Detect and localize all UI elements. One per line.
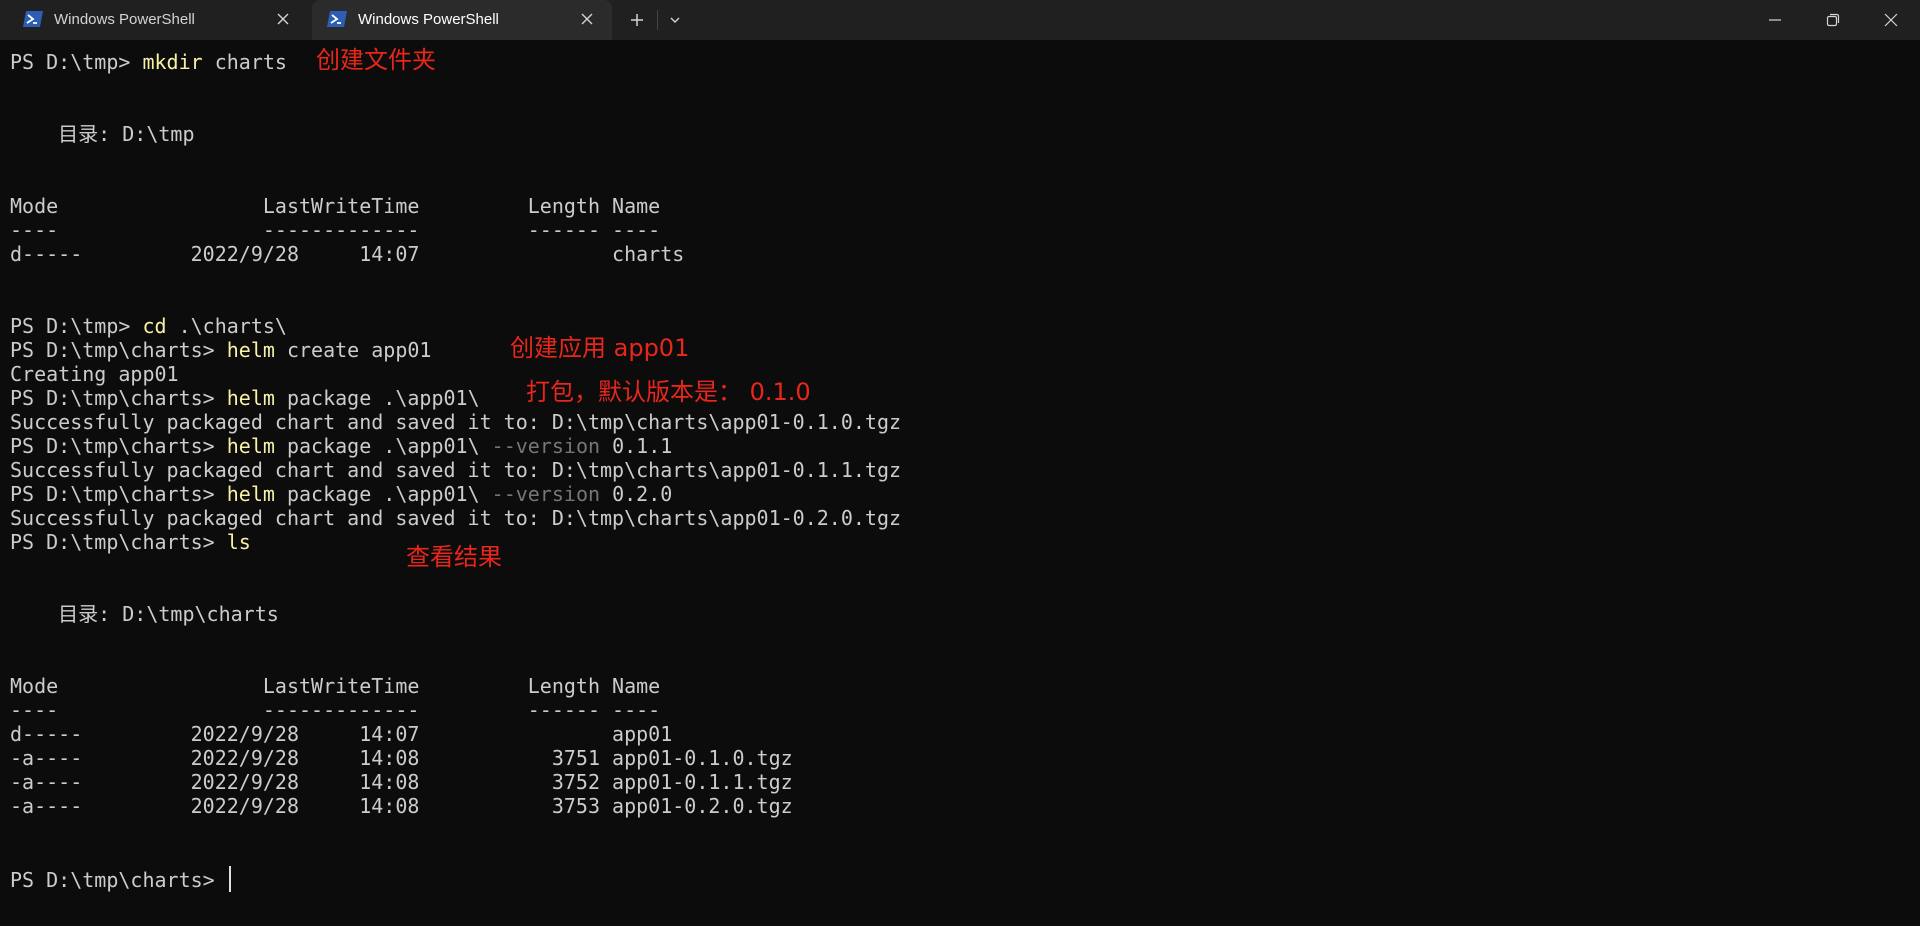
terminal-line: PS D:\tmp\charts> [10,866,1910,892]
annotation-create-app: 创建应用 app01 [510,334,690,362]
output-line: Successfully packaged chart and saved it… [10,506,902,530]
terminal-line: PS D:\tmp\charts> ls [10,530,1910,554]
close-icon[interactable] [276,12,290,26]
close-window-button[interactable] [1862,0,1920,40]
argument: .\charts\ [166,314,287,338]
minimize-icon [1769,19,1781,21]
output-line: Successfully packaged chart and saved it… [10,410,902,434]
output-line: Successfully packaged chart and saved it… [10,458,902,482]
directory-heading: 目录: D:\tmp [10,122,195,146]
table-header: Mode LastWriteTime Length Name [10,194,661,218]
command: helm [226,338,275,362]
argument: package .\app01\ [274,482,492,506]
terminal-line: PS D:\tmp\charts> helm package .\app01\ … [10,482,1910,506]
command: helm [226,434,275,458]
output-line: Creating app01 [10,362,179,386]
command: mkdir [142,50,203,74]
terminal-line: PS D:\tmp\charts> helm package .\app01\ [10,386,1910,410]
argument: charts [202,50,287,74]
table-row: d----- 2022/9/28 14:07 charts [10,242,685,266]
text-cursor [228,866,231,892]
table-row: d----- 2022/9/28 14:07 app01 [10,722,673,746]
powershell-icon [23,11,43,27]
prompt: PS D:\tmp> [10,314,143,338]
table-row: -a---- 2022/9/28 14:08 3753 app01-0.2.0.… [10,794,793,818]
terminal-line: PS D:\tmp> mkdir charts [10,50,1910,74]
title-bar: Windows PowerShell Windows PowerShell [0,0,1920,40]
prompt: PS D:\tmp> [10,50,143,74]
prompt: PS D:\tmp\charts> [10,434,227,458]
argument: 0.1.1 [600,434,673,458]
command: helm [226,482,275,506]
command: helm [226,386,275,410]
annotation-package-default: 打包，默认版本是： 0.1.0 [526,378,811,406]
prompt: PS D:\tmp\charts> [10,530,227,554]
parameter: --version [491,482,601,506]
minimize-button[interactable] [1746,0,1804,40]
command: ls [226,530,251,554]
window-close-icon [1884,13,1898,27]
tab-label: Windows PowerShell [358,11,499,28]
prompt: PS D:\tmp\charts> [10,338,227,362]
maximize-icon [1826,13,1840,27]
annotation-view-result: 查看结果 [406,543,502,571]
table-rule: ---- ------------- ------ ---- [10,698,661,722]
tab-label: Windows PowerShell [54,11,195,28]
table-header: Mode LastWriteTime Length Name [10,674,661,698]
table-rule: ---- ------------- ------ ---- [10,218,661,242]
table-row: -a---- 2022/9/28 14:08 3751 app01-0.1.0.… [10,746,793,770]
argument: 0.2.0 [600,482,673,506]
powershell-icon [327,11,347,27]
argument: create app01 [274,338,432,362]
terminal-output[interactable]: PS D:\tmp> mkdir charts 目录: D:\tmp Mode … [10,46,1910,920]
chevron-down-icon [670,17,680,23]
parameter: --version [491,434,601,458]
prompt: PS D:\tmp\charts> [10,868,227,892]
prompt: PS D:\tmp\charts> [10,386,227,410]
divider [657,10,658,30]
directory-heading: 目录: D:\tmp\charts [10,602,279,626]
plus-icon [631,14,643,26]
prompt: PS D:\tmp\charts> [10,482,227,506]
tab-dropdown-button[interactable] [660,0,690,40]
tab-powershell-1[interactable]: Windows PowerShell [8,0,308,40]
annotation-create-folder: 创建文件夹 [316,46,436,74]
argument: package .\app01\ [274,434,492,458]
terminal-line: PS D:\tmp\charts> helm package .\app01\ … [10,434,1910,458]
terminal-line: PS D:\tmp> cd .\charts\ [10,314,1910,338]
new-tab-button[interactable] [620,0,654,40]
terminal-line: PS D:\tmp\charts> helm create app01 [10,338,1910,362]
tab-powershell-2[interactable]: Windows PowerShell [312,0,612,40]
argument: package .\app01\ [274,386,480,410]
close-icon[interactable] [580,12,594,26]
table-row: -a---- 2022/9/28 14:08 3752 app01-0.1.1.… [10,770,793,794]
maximize-button[interactable] [1804,0,1862,40]
command: cd [142,314,167,338]
